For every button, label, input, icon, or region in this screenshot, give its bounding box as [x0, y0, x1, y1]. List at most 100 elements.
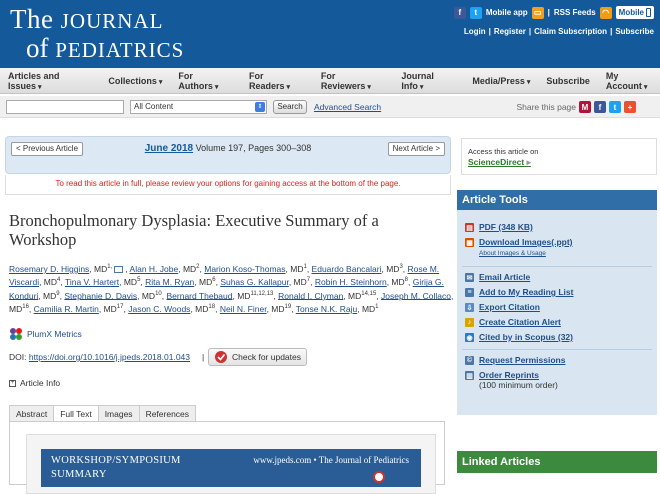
author-affiliation: 16 — [22, 303, 29, 310]
mobile-button[interactable]: Mobile — [615, 6, 654, 19]
permissions-link[interactable]: Request Permissions — [479, 355, 565, 365]
twitter-icon[interactable]: t — [469, 6, 482, 19]
issue-date-link[interactable]: June 2018 — [145, 143, 193, 154]
scopus-link[interactable]: Cited by in Scopus (32) — [479, 332, 573, 342]
search-input[interactable] — [6, 100, 124, 114]
reprints-link[interactable]: Order Reprints — [479, 370, 539, 380]
add-share-icon[interactable]: + — [624, 101, 636, 113]
download-images[interactable]: ▦ Download Images(.ppt) About Images & Usa… — [465, 237, 573, 257]
export-citation[interactable]: ⇩ Export Citation — [465, 302, 540, 312]
order-reprints[interactable]: ▥ Order Reprints (100 minimum order) — [465, 370, 558, 390]
rss-icon[interactable]: ◠ — [599, 6, 612, 19]
facebook-icon[interactable]: f — [453, 6, 466, 19]
nav-for-readers[interactable]: For Readers ▾ — [249, 71, 305, 91]
sciencedirect-link[interactable]: ScienceDirect ▸ — [468, 157, 531, 168]
separator: | — [488, 27, 491, 36]
author-link[interactable]: Neil N. Finer — [220, 304, 267, 314]
facebook-share-icon[interactable]: f — [594, 101, 606, 113]
share-this-page: Share this page M f t + — [516, 101, 636, 113]
mobile-app-icon[interactable]: ▭ — [531, 6, 544, 19]
register-link[interactable]: Register — [494, 27, 526, 36]
tab-full-text[interactable]: Full Text — [53, 405, 98, 422]
author-link[interactable]: Eduardo Bancalari — [312, 264, 382, 274]
article-info-toggle[interactable]: + Article Info — [9, 378, 60, 388]
nav-label: For Reviewers — [320, 70, 366, 91]
journal-logo[interactable]: The JOURNAL of PEDIATRICS — [10, 6, 184, 64]
author-link[interactable]: Suhas G. Kallapur — [220, 277, 289, 287]
tab-references[interactable]: References — [138, 405, 197, 422]
author-link[interactable]: Tina V. Hartert — [65, 277, 119, 287]
author-degree: , MD — [194, 277, 213, 288]
nav-collections[interactable]: Collections ▾ — [108, 76, 162, 86]
access-text: Access this article on — [468, 147, 539, 156]
mobile-app-link[interactable]: Mobile app — [486, 8, 528, 17]
separator: | — [610, 27, 613, 36]
author-link[interactable]: Robin H. Steinhorn — [315, 277, 387, 287]
content-tabs: Abstract Full Text Images References — [9, 405, 197, 422]
twitter-share-icon[interactable]: t — [609, 101, 621, 113]
login-link[interactable]: Login — [464, 27, 486, 36]
author-degree: , MD — [98, 303, 117, 314]
search-button[interactable]: Search — [273, 100, 307, 114]
pdf-link[interactable]: PDF (348 KB) — [479, 222, 533, 232]
author-link[interactable]: Jason C. Woods — [128, 304, 190, 314]
reading-list-icon: ≡ — [465, 288, 474, 297]
author-link[interactable]: Alan H. Jobe — [130, 264, 179, 274]
plumx-metrics-link[interactable]: PlumX Metrics — [9, 327, 82, 341]
author-link[interactable]: Ronald I. Clyman — [278, 290, 343, 300]
previous-article-button[interactable]: < Previous Article — [11, 142, 84, 156]
search-scope-select[interactable]: All Content ⇕ — [130, 100, 267, 114]
email-author-icon[interactable] — [114, 266, 124, 274]
author-link[interactable]: Rosemary D. Higgins — [9, 264, 89, 274]
request-permissions[interactable]: © Request Permissions — [465, 355, 565, 365]
next-article-button[interactable]: Next Article > — [387, 142, 445, 156]
author-link[interactable]: Joseph M. Collaco — [381, 290, 451, 300]
author-link[interactable]: Stephanie D. Davis — [64, 290, 137, 300]
author-degree: , MD — [232, 290, 251, 301]
reading-list-link[interactable]: Add to My Reading List — [479, 287, 573, 297]
add-to-reading-list[interactable]: ≡ Add to My Reading List — [465, 287, 573, 297]
email-article-link[interactable]: Email Article — [479, 272, 530, 282]
author-degree: , MD — [285, 263, 304, 274]
claim-subscription-link[interactable]: Claim Subscription — [534, 27, 607, 36]
pdf-icon: ▤ — [465, 223, 474, 232]
advanced-search-link[interactable]: Advanced Search — [314, 102, 381, 112]
download-images-link[interactable]: Download Images(.ppt) — [479, 237, 573, 247]
author-degree: , MD — [38, 290, 57, 301]
mendeley-icon[interactable]: M — [579, 101, 591, 113]
author-link[interactable]: Marion Koso-Thomas — [204, 264, 285, 274]
about-images-link[interactable]: About Images & Usage — [479, 250, 573, 257]
doi-link[interactable]: https://doi.org/10.1016/j.jpeds.2018.01.… — [29, 352, 190, 362]
nav-subscribe[interactable]: Subscribe — [546, 76, 590, 86]
author-link[interactable]: Tonse N.K. Raju — [296, 304, 357, 314]
nav-articles-and-issues[interactable]: Articles and Issues ▾ — [8, 71, 92, 91]
header-utility-links: f t Mobile app ▭ | RSS Feeds ◠ Mobile — [453, 6, 654, 19]
nav-journal-info[interactable]: Journal Info ▾ — [401, 71, 456, 91]
tab-images[interactable]: Images — [97, 405, 139, 422]
chevron-down-icon: ▾ — [419, 83, 424, 91]
preview-journal: www.jpeds.com • The Journal of Pediatric… — [253, 455, 409, 465]
rss-link[interactable]: RSS Feeds — [554, 8, 596, 17]
article-tools-panel: ▤ PDF (348 KB) ▦ Download Images(.ppt) Abou… — [457, 210, 657, 415]
nav-for-reviewers[interactable]: For Reviewers ▾ — [321, 71, 386, 91]
nav-for-authors[interactable]: For Authors ▾ — [178, 71, 233, 91]
author-link[interactable]: Bernard Thebaud — [166, 290, 232, 300]
article-navigation: June 2018 Volume 197, Pages 300–308 < Pr… — [5, 136, 451, 174]
pdf-download[interactable]: ▤ PDF (348 KB) — [465, 222, 533, 232]
email-article[interactable]: ✉ Email Article — [465, 272, 530, 282]
check-for-updates-button[interactable]: Check for updates — [208, 348, 307, 366]
pdf-banner: WORKSHOP/SYMPOSIUM SUMMARY www.jpeds.com… — [41, 449, 421, 487]
subscribe-link[interactable]: Subscribe — [615, 27, 654, 36]
full-text-frame: WORKSHOP/SYMPOSIUM SUMMARY www.jpeds.com… — [9, 421, 445, 494]
cited-by-scopus[interactable]: ◉ Cited by in Scopus (32) — [465, 332, 573, 342]
nav-label: My Account — [605, 70, 642, 91]
logo-pediatrics: PEDIATRICS — [55, 38, 185, 62]
export-citation-link[interactable]: Export Citation — [479, 302, 540, 312]
author-link[interactable]: Camilia R. Martin — [34, 304, 99, 314]
citation-alert-link[interactable]: Create Citation Alert — [479, 317, 561, 327]
author-link[interactable]: Rita M. Ryan — [145, 277, 194, 287]
nav-media-press[interactable]: Media/Press ▾ — [472, 76, 530, 86]
create-citation-alert[interactable]: ♪ Create Citation Alert — [465, 317, 561, 327]
tab-abstract[interactable]: Abstract — [9, 405, 54, 422]
nav-my-account[interactable]: My Account ▾ — [606, 71, 660, 91]
